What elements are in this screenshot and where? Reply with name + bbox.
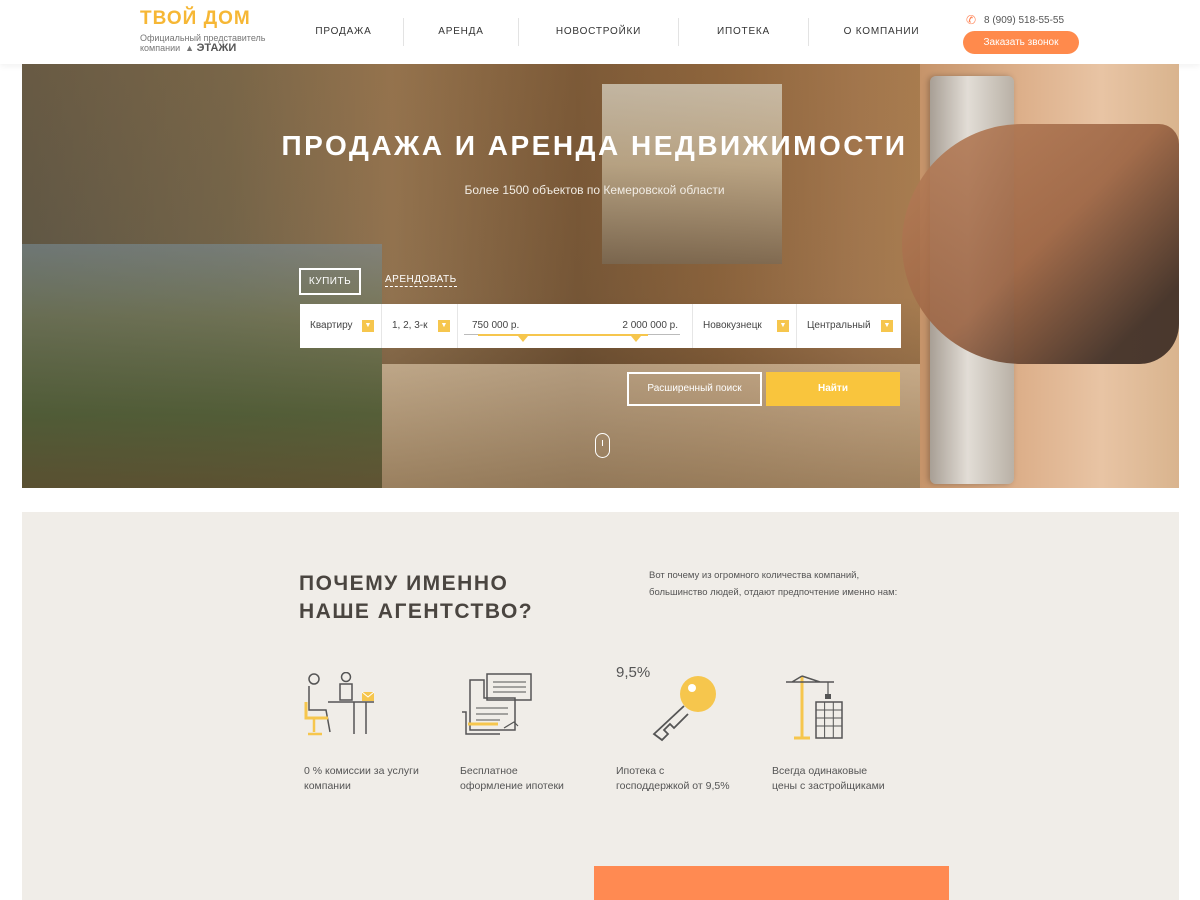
why-us-section: ПОЧЕМУ ИМЕННО НАШЕ АГЕНТСТВО? Вот почему… (22, 512, 1179, 900)
rate-label: 9,5% (616, 664, 651, 681)
logo-brand: ЭТАЖИ (196, 42, 237, 54)
construction-crane-icon (786, 675, 843, 740)
nav-item-new-buildings[interactable]: НОВОСТРОЙКИ (519, 18, 679, 46)
chevron-down-icon: ▼ (777, 320, 789, 332)
district-select[interactable]: Центральный ▼ (797, 304, 901, 348)
feature-item: 9,5% Ипотека с господдержкой от 9,5% (616, 664, 736, 794)
brand-icon: ▲ (182, 43, 195, 53)
chevron-down-icon: ▼ (881, 320, 893, 332)
nav-item-mortgage[interactable]: ИПОТЕКА (679, 18, 809, 46)
logo[interactable]: ТВОЙ ДОМ Официальный представитель компа… (140, 8, 280, 54)
price-range-slider[interactable]: 750 000 р. 2 000 000 р. (458, 304, 693, 348)
tab-buy[interactable]: КУПИТЬ (299, 268, 361, 295)
key-icon (652, 676, 716, 742)
price-min: 750 000 р. (472, 320, 520, 331)
logo-sub-line-2-wrap: компании ▲ ЭТАЖИ (140, 42, 280, 54)
search-bar: Квартиру ▼ 1, 2, 3-к ▼ 750 000 р. 2 000 … (300, 304, 901, 348)
site-header: ТВОЙ ДОМ Официальный представитель компа… (22, 0, 1179, 64)
phone-icon: ✆ (966, 13, 977, 27)
rooms-value: 1, 2, 3-к (392, 320, 428, 331)
city-select[interactable]: Новокузнецк ▼ (693, 304, 797, 348)
feature-item: Всегда одинаковые цены с застройщиками (772, 672, 892, 794)
tab-rent[interactable]: АРЕНДОВАТЬ (385, 274, 457, 287)
callback-button[interactable]: Заказать звонок (963, 31, 1079, 54)
nav-item-rent[interactable]: АРЕНДА (404, 18, 519, 46)
feature-text: Всегда одинаковые цены с застройщиками (772, 765, 885, 792)
phone-number: 8 (909) 518-55-55 (984, 14, 1065, 26)
nav-item-about[interactable]: О КОМПАНИИ (809, 18, 954, 46)
range-handle-max[interactable] (631, 336, 641, 342)
phone-contact[interactable]: ✆ 8 (909) 518-55-55 (966, 14, 1064, 26)
why-title: ПОЧЕМУ ИМЕННО НАШЕ АГЕНТСТВО? (299, 572, 534, 623)
hero-subtitle: Более 1500 объектов по Кемеровской облас… (464, 183, 725, 197)
property-type-select[interactable]: Квартиру ▼ (300, 304, 382, 348)
mouse-scroll-icon[interactable] (595, 433, 610, 458)
hero-title: ПРОДАЖА И АРЕНДА НЕДВИЖИМОСТИ (281, 130, 908, 161)
orange-panel (594, 866, 949, 900)
feature-text: Ипотека с господдержкой от 9,5% (616, 765, 730, 792)
advanced-search-button[interactable]: Расширенный поиск (627, 372, 762, 406)
range-fill (478, 334, 648, 336)
property-type-value: Квартиру (310, 320, 353, 331)
price-max: 2 000 000 р. (622, 320, 678, 331)
hero-banner: ПРОДАЖА И АРЕНДА НЕДВИЖИМОСТИ Более 1500… (22, 64, 1179, 488)
chevron-down-icon: ▼ (438, 320, 450, 332)
why-description: Вот почему из огромного количества компа… (649, 570, 898, 598)
hero-window (602, 84, 782, 264)
feature-item: Бесплатное оформление ипотеки (460, 672, 580, 794)
main-nav: ПРОДАЖА АРЕНДА НОВОСТРОЙКИ ИПОТЕКА О КОМ… (284, 18, 954, 46)
feature-text: Бесплатное оформление ипотеки (460, 765, 564, 792)
rooms-select[interactable]: 1, 2, 3-к ▼ (382, 304, 458, 348)
nav-item-sale[interactable]: ПРОДАЖА (284, 18, 404, 46)
feature-text: 0 % комиссии за услуги компании (304, 765, 419, 792)
logo-title: ТВОЙ ДОМ (140, 8, 251, 29)
document-form-icon (462, 673, 532, 735)
city-value: Новокузнецк (703, 320, 762, 331)
scroll-dot (601, 440, 603, 446)
find-button[interactable]: Найти (766, 372, 900, 406)
logo-sub-line-2: компании (140, 43, 181, 53)
office-desk-icon (304, 672, 375, 736)
district-value: Центральный (807, 320, 871, 331)
feature-item: 0 % комиссии за услуги компании (304, 672, 424, 794)
chevron-down-icon: ▼ (362, 320, 374, 332)
page: ТВОЙ ДОМ Официальный представитель компа… (0, 0, 1200, 900)
range-handle-min[interactable] (518, 336, 528, 342)
logo-subtitle: Официальный представитель компании ▲ ЭТА… (140, 33, 280, 54)
